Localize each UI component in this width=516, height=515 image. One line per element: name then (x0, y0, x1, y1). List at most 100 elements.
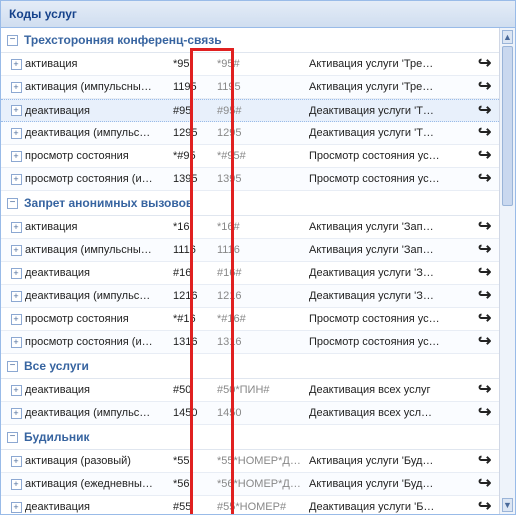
plus-icon[interactable]: + (11, 174, 22, 185)
group-header[interactable]: −Трехсторонняя конференц-связь (1, 28, 499, 53)
cell-action[interactable] (473, 80, 499, 94)
table-row[interactable]: +активация (импульсны…11951195Активация … (1, 76, 499, 99)
reply-icon[interactable] (478, 454, 494, 468)
cell-action[interactable] (473, 500, 499, 514)
plus-icon[interactable]: + (11, 456, 22, 467)
plus-icon[interactable]: + (11, 59, 22, 70)
reply-icon[interactable] (478, 406, 494, 420)
table-row[interactable]: +деактивация (импульс…12161216Деактиваци… (1, 285, 499, 308)
row-expander[interactable]: + (7, 222, 25, 233)
cell-code-template: *#95# (217, 150, 309, 162)
row-expander[interactable]: + (7, 502, 25, 513)
plus-icon[interactable]: + (11, 408, 22, 419)
table-row[interactable]: +активация (разовый)*55*55*НОМЕР*Д…Актив… (1, 450, 499, 473)
cell-action[interactable] (473, 220, 499, 234)
group-header[interactable]: −Все услуги (1, 354, 499, 379)
cell-action[interactable] (473, 406, 499, 420)
plus-icon[interactable]: + (11, 151, 22, 162)
table-row[interactable]: +деактивация (импульс…14501450Деактиваци… (1, 402, 499, 425)
reply-icon[interactable] (478, 172, 494, 186)
row-expander[interactable]: + (7, 337, 25, 348)
reply-icon[interactable] (478, 243, 494, 257)
row-expander[interactable]: + (7, 174, 25, 185)
row-expander[interactable]: + (7, 128, 25, 139)
row-expander[interactable]: + (7, 291, 25, 302)
scroll-thumb[interactable] (502, 46, 513, 206)
collapse-icon[interactable]: − (7, 361, 18, 372)
plus-icon[interactable]: + (11, 128, 22, 139)
row-expander[interactable]: + (7, 479, 25, 490)
reply-icon[interactable] (478, 57, 494, 71)
scroll-down-button[interactable]: ▼ (502, 498, 513, 512)
scroll-up-button[interactable]: ▲ (502, 30, 513, 44)
row-expander[interactable]: + (7, 385, 25, 396)
cell-action[interactable] (473, 477, 499, 491)
row-expander[interactable]: + (7, 82, 25, 93)
plus-icon[interactable]: + (11, 479, 22, 490)
cell-action[interactable] (473, 57, 499, 71)
cell-description: Деактивация всех услуг (309, 384, 473, 396)
cell-action[interactable] (473, 243, 499, 257)
row-expander[interactable]: + (7, 314, 25, 325)
collapse-icon[interactable]: − (7, 35, 18, 46)
reply-icon[interactable] (478, 477, 494, 491)
plus-icon[interactable]: + (11, 502, 22, 513)
plus-icon[interactable]: + (11, 385, 22, 396)
table-row[interactable]: +активация*95*95#Активация услуги 'Тре… (1, 53, 499, 76)
reply-icon[interactable] (478, 335, 494, 349)
reply-icon[interactable] (478, 383, 494, 397)
reply-icon[interactable] (478, 126, 494, 140)
reply-icon[interactable] (478, 289, 494, 303)
table-row[interactable]: +просмотр состояния (и…13161316Просмотр … (1, 331, 499, 354)
reply-icon[interactable] (478, 266, 494, 280)
table-row[interactable]: +просмотр состояния*#95*#95#Просмотр сос… (1, 145, 499, 168)
row-expander[interactable]: + (7, 456, 25, 467)
row-expander[interactable]: + (7, 408, 25, 419)
table-row[interactable]: +деактивация#55#55*НОМЕР#Деактивация усл… (1, 496, 499, 514)
cell-action[interactable] (473, 149, 499, 163)
plus-icon[interactable]: + (11, 337, 22, 348)
table-row[interactable]: +активация (ежедневны…*56*56*НОМЕР*Д…Акт… (1, 473, 499, 496)
cell-action[interactable] (473, 289, 499, 303)
cell-action[interactable] (473, 266, 499, 280)
row-expander[interactable]: + (7, 151, 25, 162)
collapse-icon[interactable]: − (7, 432, 18, 443)
cell-action[interactable] (473, 126, 499, 140)
plus-icon[interactable]: + (11, 105, 22, 116)
collapse-icon[interactable]: − (7, 198, 18, 209)
row-expander[interactable]: + (7, 268, 25, 279)
plus-icon[interactable]: + (11, 222, 22, 233)
cell-action[interactable] (473, 172, 499, 186)
cell-action[interactable] (473, 104, 499, 118)
group-header[interactable]: −Будильник (1, 425, 499, 450)
reply-icon[interactable] (478, 149, 494, 163)
plus-icon[interactable]: + (11, 245, 22, 256)
plus-icon[interactable]: + (11, 82, 22, 93)
reply-icon[interactable] (478, 80, 494, 94)
table-row[interactable]: +просмотр состояния*#16*#16#Просмотр сос… (1, 308, 499, 331)
reply-icon[interactable] (478, 104, 494, 118)
group-header[interactable]: −Запрет анонимных вызовов (1, 191, 499, 216)
table-row[interactable]: +активация*16*16#Активация услуги 'Зап… (1, 216, 499, 239)
reply-icon[interactable] (478, 220, 494, 234)
plus-icon[interactable]: + (11, 314, 22, 325)
cell-name: активация (разовый) (25, 455, 173, 467)
row-expander[interactable]: + (7, 105, 25, 116)
plus-icon[interactable]: + (11, 291, 22, 302)
cell-action[interactable] (473, 454, 499, 468)
vertical-scrollbar[interactable]: ▲ ▼ (499, 28, 515, 514)
cell-action[interactable] (473, 383, 499, 397)
table-row[interactable]: +просмотр состояния (и…13951395Просмотр … (1, 168, 499, 191)
row-expander[interactable]: + (7, 59, 25, 70)
reply-icon[interactable] (478, 312, 494, 326)
table-row[interactable]: +деактивация#16#16#Деактивация услуги 'З… (1, 262, 499, 285)
table-row[interactable]: +активация (импульсны…11161116Активация … (1, 239, 499, 262)
row-expander[interactable]: + (7, 245, 25, 256)
cell-action[interactable] (473, 312, 499, 326)
reply-icon[interactable] (478, 500, 494, 514)
plus-icon[interactable]: + (11, 268, 22, 279)
table-row[interactable]: +деактивация#50#50*ПИН#Деактивация всех … (1, 379, 499, 402)
table-row[interactable]: +деактивация#95#95#Деактивация услуги 'Т… (1, 99, 499, 122)
table-row[interactable]: +деактивация (импульс…12951295Деактиваци… (1, 122, 499, 145)
cell-action[interactable] (473, 335, 499, 349)
